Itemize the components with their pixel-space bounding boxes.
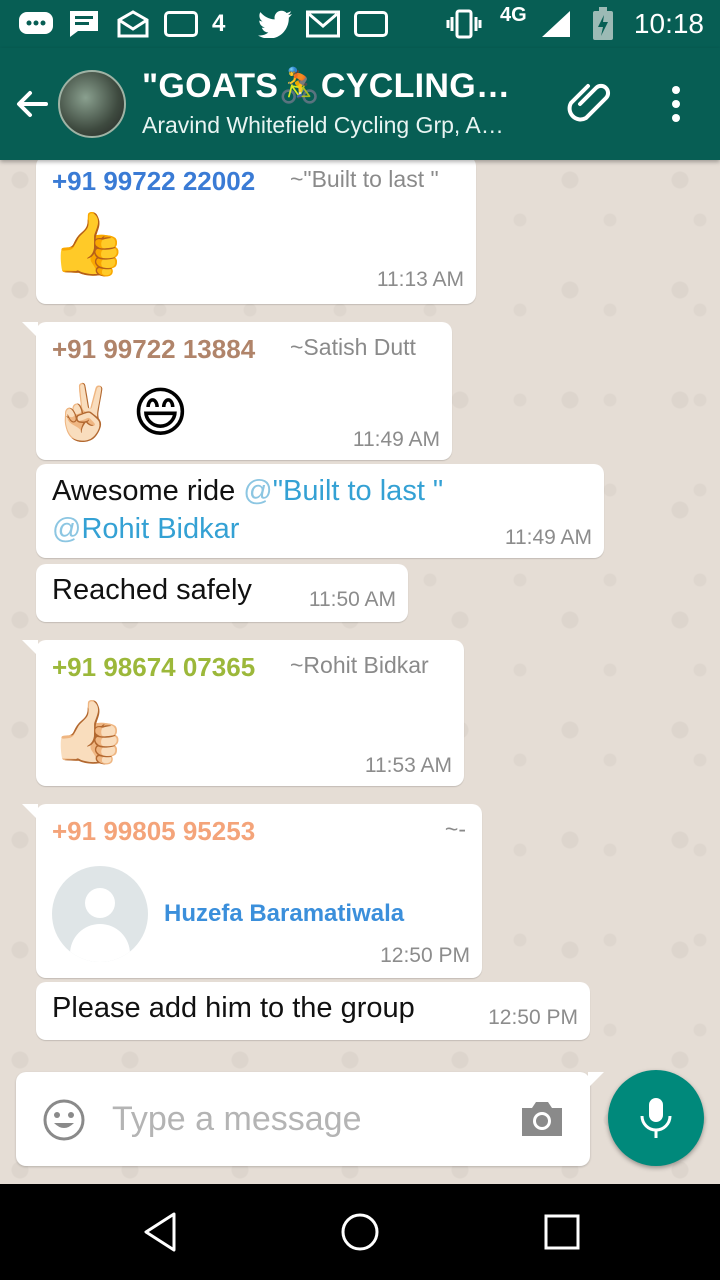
channel-4-icon: 4 xyxy=(212,10,226,37)
back-nav-icon[interactable] xyxy=(138,1210,182,1254)
twitter-icon xyxy=(258,8,294,40)
mention-link[interactable]: "Built to last " xyxy=(273,475,444,507)
navigation-bar xyxy=(0,1184,720,1280)
message-time: 12:50 PM xyxy=(488,1006,578,1029)
message-time: 12:50 PM xyxy=(380,944,470,967)
app-icon xyxy=(354,8,388,40)
microphone-icon xyxy=(640,1098,672,1138)
camera-icon[interactable] xyxy=(518,1098,566,1140)
message-bubble[interactable]: +91 99722 22002 ~"Built to last " 👍 11:1… xyxy=(36,160,476,304)
contact-name[interactable]: Huzefa Baramatiwala xyxy=(164,900,404,928)
messages-icon xyxy=(18,8,54,40)
message-bubble[interactable]: +91 99722 13884 ~Satish Dutt ✌🏻 😄 11:49 … xyxy=(22,322,452,460)
message-input-box[interactable]: Type a message xyxy=(16,1072,604,1166)
message-time: 11:13 AM xyxy=(376,268,464,291)
contact-avatar[interactable] xyxy=(52,866,148,962)
emoji-icon[interactable] xyxy=(42,1098,86,1142)
message-emoji: ✌🏻 😄 xyxy=(50,383,189,443)
message-list[interactable]: +91 99722 22002 ~"Built to last " 👍 11:1… xyxy=(0,160,720,1184)
message-emoji: 👍 xyxy=(50,210,128,279)
sender-phone[interactable]: +91 99722 13884 xyxy=(52,334,255,365)
group-members[interactable]: Aravind Whitefield Cycling Grp, A… xyxy=(142,112,542,139)
message-bubble[interactable]: Awesome ride @"Built to last " @Rohit Bi… xyxy=(36,464,604,558)
message-input[interactable]: Type a message xyxy=(112,1100,361,1139)
message-time: 11:50 AM xyxy=(308,588,396,611)
message-time: 11:49 AM xyxy=(504,526,592,549)
mention-link[interactable]: Rohit Bidkar xyxy=(81,513,239,545)
recents-nav-icon[interactable] xyxy=(540,1210,584,1254)
message-text: Reached safely xyxy=(52,574,252,606)
message-emoji: 👍🏻 xyxy=(50,698,128,767)
sender-phone[interactable]: +91 99722 22002 xyxy=(52,166,255,197)
vibrate-icon xyxy=(446,8,482,40)
message-bubble[interactable]: Please add him to the group 12:50 PM xyxy=(36,982,590,1040)
group-avatar[interactable] xyxy=(58,70,126,138)
sender-phone[interactable]: +91 99805 95253 xyxy=(52,816,255,847)
status-bar: 4 4G 10:18 xyxy=(0,0,720,48)
sender-alias: ~Rohit Bidkar xyxy=(290,652,429,678)
app-icon xyxy=(164,8,198,40)
network-type: 4G xyxy=(500,4,527,26)
more-options-icon[interactable] xyxy=(656,84,696,124)
mic-button[interactable] xyxy=(608,1070,704,1166)
chat-icon xyxy=(68,8,100,40)
home-nav-icon[interactable] xyxy=(338,1210,382,1254)
message-bubble[interactable]: +91 98674 07365 ~Rohit Bidkar 👍🏻 11:53 A… xyxy=(22,640,464,786)
group-title[interactable]: "GOATS🚴CYCLING🚴… xyxy=(142,66,542,106)
inbox-icon xyxy=(116,8,150,40)
gmail-icon xyxy=(306,8,340,40)
message-time: 11:49 AM xyxy=(352,428,440,451)
sender-alias: ~Satish Dutt xyxy=(290,334,416,360)
clock: 10:18 xyxy=(633,8,704,39)
back-arrow-icon[interactable] xyxy=(12,84,52,124)
chat-header: "GOATS🚴CYCLING🚴… Aravind Whitefield Cycl… xyxy=(0,48,720,160)
sender-phone[interactable]: +91 98674 07365 xyxy=(52,652,255,683)
message-bubble[interactable]: Reached safely 11:50 AM xyxy=(36,564,408,622)
message-text: Please add him to the group xyxy=(52,992,415,1024)
message-time: 11:53 AM xyxy=(364,754,452,777)
sender-alias: ~- xyxy=(444,816,466,842)
battery-charging-icon xyxy=(592,7,614,40)
paperclip-icon[interactable] xyxy=(566,82,616,126)
message-bubble[interactable]: +91 99805 95253 ~- Huzefa Baramatiwala 1… xyxy=(22,804,482,978)
message-text: Awesome ride @"Built to last " @Rohit Bi… xyxy=(52,475,444,545)
signal-icon xyxy=(540,8,572,40)
sender-alias: ~"Built to last " xyxy=(290,166,439,192)
